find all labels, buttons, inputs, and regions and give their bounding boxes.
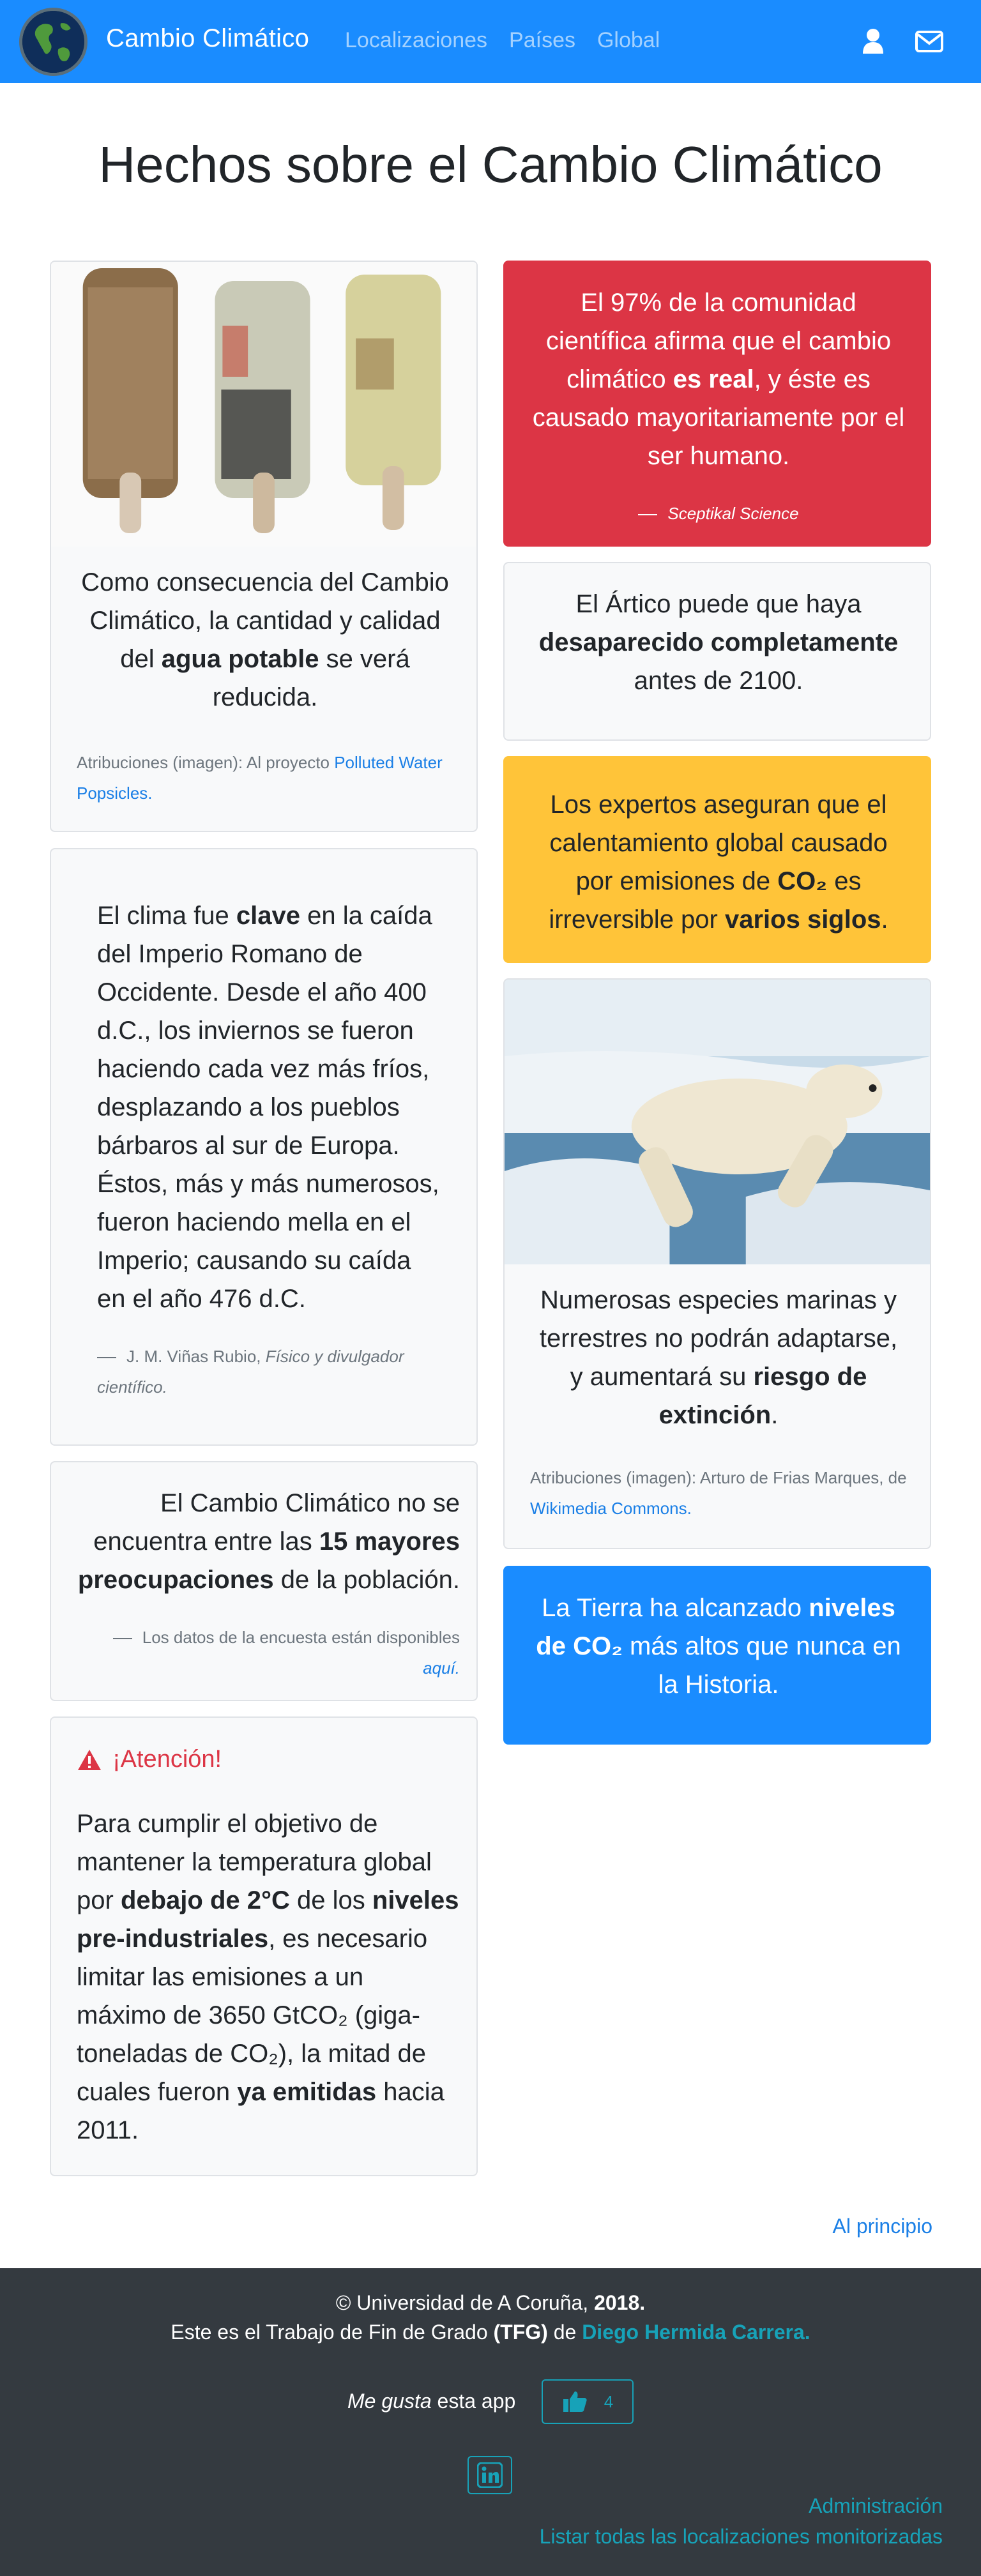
rome-text: El clima fue clave en la caída del Imper… [97,902,439,1313]
card-species: Numerosas especies marinas y terrestres … [503,978,931,1549]
card-attention: ¡Atención! Para cumplir el objetivo de m… [50,1716,478,2176]
brand-name[interactable]: Cambio Climático [106,24,309,53]
survey-text: El Cambio Climático no se encuentra entr… [77,1489,460,1594]
nav-link-paises[interactable]: Países [509,28,575,53]
warning-icon [78,1749,101,1770]
wikimedia-link[interactable]: Wikimedia Commons [530,1499,687,1518]
survey-data-link[interactable]: aquí [423,1658,455,1678]
earth-logo-icon[interactable] [19,8,87,76]
list-locations-link[interactable]: Listar todas las localizaciones monitori… [540,2525,943,2549]
card-consensus: El 97% de la comunidad científica afirma… [503,261,931,547]
linkedin-button[interactable] [468,2456,512,2494]
admin-link[interactable]: Administración [809,2494,943,2518]
co2-text: La Tierra ha alcanzado niveles de CO₂ má… [536,1594,901,1699]
footer: © Universidad de A Coruña, 2018. Este es… [0,2268,981,2576]
survey-citation: Los datos de la encuesta están disponibl… [77,1622,460,1683]
experts-text: Los expertos aseguran que el calentamien… [549,791,888,934]
card-rome: El clima fue clave en la caída del Imper… [50,848,478,1446]
attention-header: ¡Atención! [77,1746,222,1773]
consensus-citation: Sceptikal Science [530,498,907,529]
card-water: Como consecuencia del Cambio Climático, … [50,261,478,832]
nav-links: Localizaciones Países Global [345,28,681,53]
species-credit: Atribuciones (imagen): Arturo de Frias M… [530,1468,907,1519]
copyright-line: © Universidad de A Coruña, 2018. [335,2291,646,2314]
card-survey: El Cambio Climático no se encuentra entr… [50,1461,478,1701]
like-button[interactable]: 4 [542,2379,634,2424]
envelope-icon[interactable] [915,27,944,55]
tfg-line: Este es el Trabajo de Fin de Grado (TFG)… [171,2321,810,2344]
back-to-top-link[interactable]: Al principio [832,2215,932,2238]
card-experts: Los expertos aseguran que el calentamien… [503,756,931,963]
rome-citation: J. M. Viñas Rubio, Físico y divulgador c… [97,1347,404,1397]
like-label: Me gusta esta app [347,2390,516,2413]
attention-heading: ¡Atención! [112,1746,222,1773]
nav-link-localizaciones[interactable]: Localizaciones [345,28,487,53]
water-text: Como consecuencia del Cambio Climático, … [81,568,449,711]
thumbs-up-icon [563,2391,587,2412]
card-arctic: El Ártico puede que haya desaparecido co… [503,562,931,741]
nav-link-global[interactable]: Global [597,28,660,53]
user-icon[interactable] [862,27,884,55]
attention-text: Para cumplir el objetivo de mantener la … [77,1810,459,2144]
linkedin-icon [477,2462,503,2488]
consensus-text: El 97% de la comunidad científica afirma… [532,289,905,470]
arctic-text: El Ártico puede que haya desaparecido co… [538,590,899,695]
navbar: Cambio Climático Localizaciones Países G… [0,0,981,83]
polar-bear-image [505,980,930,1264]
water-credit: Atribuciones (imagen): Al proyecto Pollu… [77,753,443,803]
popsicles-image [51,262,476,547]
like-count: 4 [604,2391,614,2411]
author-link[interactable]: Diego Hermida Carrera. [582,2321,810,2344]
page-title: Hechos sobre el Cambio Climático [98,136,883,193]
species-text: Numerosas especies marinas y terrestres … [539,1286,898,1429]
card-co2: La Tierra ha alcanzado niveles de CO₂ má… [503,1566,931,1745]
